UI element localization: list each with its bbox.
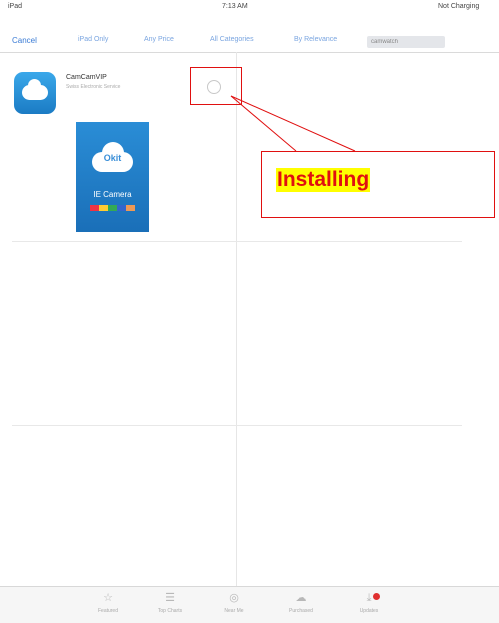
- screenshot-logo: Okit: [103, 153, 122, 163]
- screenshot-title: IE Camera: [93, 190, 132, 199]
- status-bar: iPad 7:13 AM Not Charging: [0, 0, 499, 16]
- column-divider: [236, 52, 237, 587]
- battery-status: Not Charging: [438, 3, 480, 10]
- cloud-icon-body: [22, 85, 48, 100]
- star-icon: ☆: [103, 592, 113, 604]
- app-screenshot[interactable]: Okit IE Camera: [76, 122, 149, 232]
- updates-badge: [373, 593, 380, 600]
- filter-price[interactable]: Any Price: [144, 36, 174, 43]
- carrier-label: iPad: [8, 3, 23, 10]
- filter-sort[interactable]: By Relevance: [294, 36, 337, 43]
- tab-purchased[interactable]: ☁ Purchased: [281, 592, 321, 614]
- cloud-icon: ☁: [295, 592, 307, 604]
- search-input[interactable]: [367, 36, 445, 48]
- tab-updates[interactable]: ⤓ Updates: [349, 592, 389, 614]
- filter-device[interactable]: iPad Only: [78, 36, 108, 43]
- location-icon: ◎: [229, 592, 239, 604]
- tab-near-me[interactable]: ◎ Near Me: [214, 592, 254, 614]
- app-icon[interactable]: [14, 72, 56, 114]
- search-navbar: Cancel iPad Only Any Price All Categorie…: [0, 16, 499, 53]
- list-icon: ☰: [165, 592, 175, 604]
- highlight-box: [190, 67, 242, 105]
- download-icon: ⤓: [366, 592, 372, 604]
- cancel-button[interactable]: Cancel: [12, 36, 37, 45]
- clock: 7:13 AM: [222, 3, 248, 10]
- row-divider: [12, 425, 462, 426]
- tab-top-charts[interactable]: ☰ Top Charts: [150, 592, 190, 614]
- callout-label: Installing: [276, 168, 371, 192]
- app-developer: Swiss Electronic Service: [66, 84, 121, 90]
- row-divider: [12, 241, 462, 242]
- app-name[interactable]: CamCamVIP: [66, 74, 107, 81]
- callout-pointer: [230, 95, 356, 152]
- filter-category[interactable]: All Categories: [210, 36, 254, 43]
- language-flags: [90, 205, 135, 211]
- tab-featured[interactable]: ☆ Featured: [88, 592, 128, 614]
